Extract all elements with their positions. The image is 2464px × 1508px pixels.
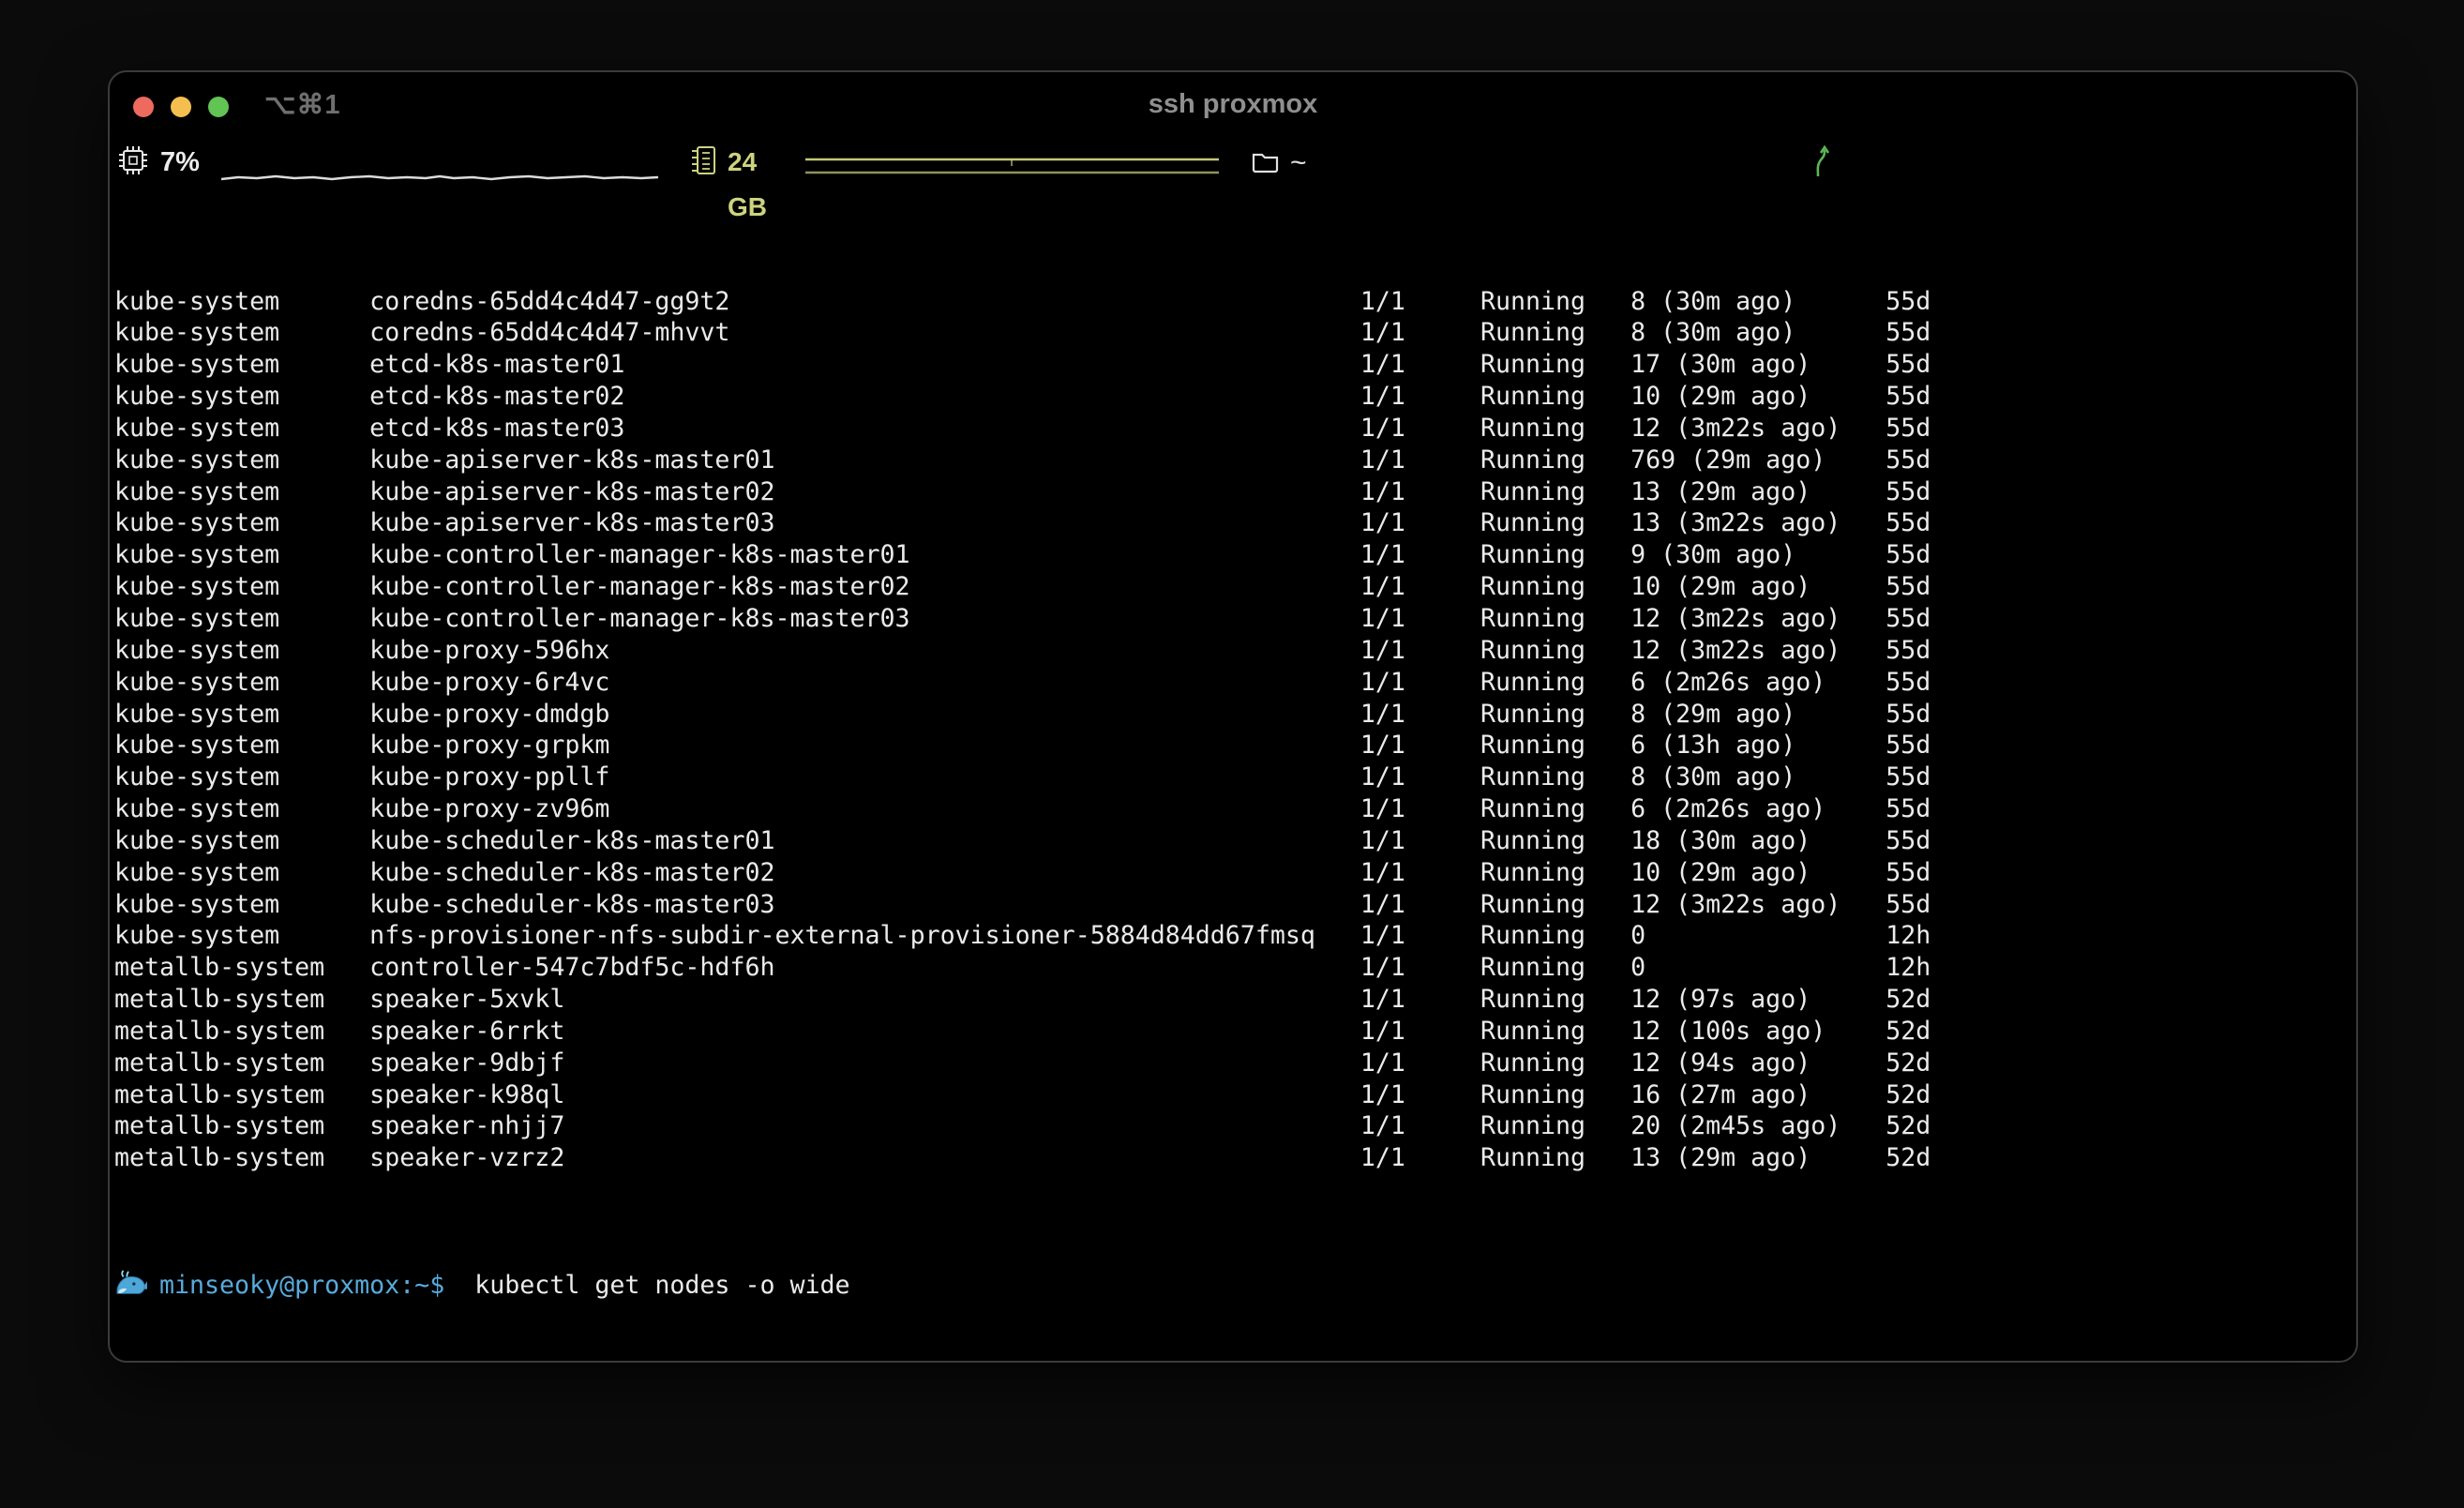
pod-row: kube-system kube-proxy-6r4vc 1/1 Running… [114, 667, 2356, 699]
pod-row: metallb-system speaker-5xvkl 1/1 Running… [114, 984, 2356, 1016]
folder-icon [1251, 147, 1281, 175]
directory-label: ~ [1290, 141, 1307, 186]
pods-output: kube-system coredns-65dd4c4d47-gg9t2 1/1… [114, 286, 2356, 1175]
pod-row: metallb-system speaker-vzrz2 1/1 Running… [114, 1142, 2356, 1174]
pod-row: kube-system kube-scheduler-k8s-master01 … [114, 825, 2356, 857]
pod-row: kube-system etcd-k8s-master02 1/1 Runnin… [114, 381, 2356, 413]
pod-row: kube-system kube-proxy-zv96m 1/1 Running… [114, 793, 2356, 825]
pod-row: kube-system kube-apiserver-k8s-master02 … [114, 476, 2356, 508]
pod-row: metallb-system speaker-nhjj7 1/1 Running… [114, 1110, 2356, 1142]
pod-row: kube-system etcd-k8s-master03 1/1 Runnin… [114, 413, 2356, 445]
pod-row: kube-system coredns-65dd4c4d47-gg9t2 1/1… [114, 286, 2356, 318]
pod-row: kube-system kube-scheduler-k8s-master03 … [114, 889, 2356, 921]
pod-row: kube-system kube-controller-manager-k8s-… [114, 539, 2356, 571]
prompt-text: minseoky@proxmox:~$ [159, 1271, 444, 1300]
cpu-percent-label: 7% [160, 140, 200, 185]
pod-row: kube-system kube-proxy-596hx 1/1 Running… [114, 635, 2356, 667]
pod-row: kube-system kube-apiserver-k8s-master03 … [114, 507, 2356, 539]
pod-row: kube-system kube-controller-manager-k8s-… [114, 571, 2356, 603]
pod-row: metallb-system speaker-9dbjf 1/1 Running… [114, 1048, 2356, 1079]
git-branch-icon [1810, 142, 1834, 179]
pod-row: kube-system etcd-k8s-master01 1/1 Runnin… [114, 349, 2356, 381]
pod-row: kube-system kube-proxy-grpkm 1/1 Running… [114, 730, 2356, 762]
terminal[interactable]: kube-system coredns-65dd4c4d47-gg9t2 1/1… [114, 190, 2356, 1361]
pod-row: kube-system kube-proxy-ppllf 1/1 Running… [114, 762, 2356, 793]
statusbar: 7% 24 GB [110, 138, 2356, 196]
window-title: ssh proxmox [110, 89, 2356, 120]
pod-row: kube-system kube-proxy-dmdgb 1/1 Running… [114, 699, 2356, 731]
desktop: { "window": { "title": "ssh proxmox", "t… [0, 0, 2464, 1508]
pod-row: kube-system kube-apiserver-k8s-master01 … [114, 445, 2356, 476]
cpu-sparkline [219, 147, 660, 185]
pod-row: kube-system nfs-provisioner-nfs-subdir-e… [114, 920, 2356, 952]
pod-row: metallb-system speaker-6rrkt 1/1 Running… [114, 1016, 2356, 1048]
whale-icon [114, 1270, 159, 1302]
pod-row: kube-system kube-scheduler-k8s-master02 … [114, 857, 2356, 889]
pod-row: metallb-system controller-547c7bdf5c-hdf… [114, 952, 2356, 984]
prompt-line: minseoky@proxmox:~$ kubectl get nodes -o… [114, 1270, 2356, 1302]
pod-row: metallb-system speaker-k98ql 1/1 Running… [114, 1079, 2356, 1111]
titlebar[interactable]: ⌥⌘1 ssh proxmox [110, 72, 2356, 132]
pod-row: kube-system coredns-65dd4c4d47-mhvvt 1/1… [114, 317, 2356, 349]
memory-icon [688, 144, 720, 176]
memory-sparkline [804, 147, 1221, 185]
terminal-window: ⌥⌘1 ssh proxmox 7% [108, 70, 2358, 1363]
command-text: kubectl get nodes -o wide [474, 1271, 849, 1300]
pod-row: kube-system kube-controller-manager-k8s-… [114, 603, 2356, 635]
cpu-icon [117, 144, 149, 176]
